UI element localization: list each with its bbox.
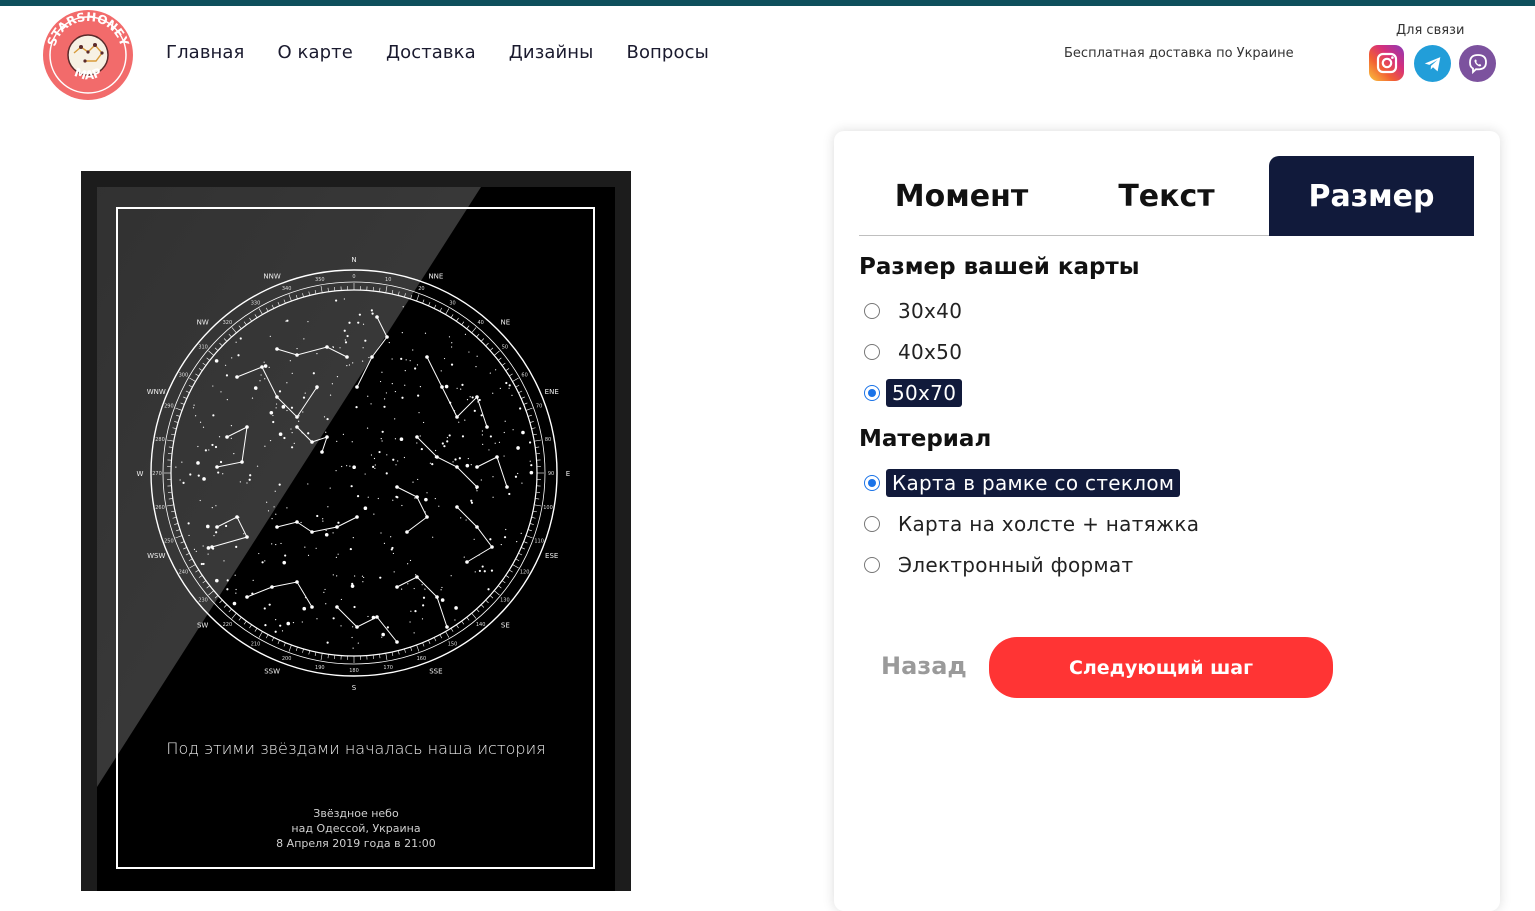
compass-degree-label: 90	[548, 471, 554, 477]
compass-direction-label: NNW	[263, 272, 280, 280]
poster-date-line: 8 Апреля 2019 года в 21:00	[97, 837, 615, 850]
compass-degree-label: 100	[543, 505, 553, 511]
compass-degree-label: 180	[349, 668, 359, 674]
compass-degree-label: 290	[164, 404, 174, 410]
compass-degree-label: 270	[152, 471, 162, 477]
compass-degree-label: 130	[500, 598, 510, 604]
radio-50x70[interactable]	[864, 385, 880, 401]
compass-direction-label: WNW	[147, 388, 166, 396]
poster-location-line: над Одессой, Украина	[97, 822, 615, 835]
tab-size[interactable]: Размер	[1269, 156, 1474, 236]
star-map-poster: 350 0 10 20 30 40 50 60 70 80 90 100 110 120 130 140 150…	[97, 187, 615, 891]
compass-degree-label: 110	[534, 538, 544, 544]
compass-degree-label: 50	[502, 344, 508, 350]
nav-link-about[interactable]: О карте	[277, 42, 352, 63]
compass-degree-label: 240	[179, 570, 189, 576]
material-label-framed: Карта в рамке со стеклом	[886, 469, 1180, 497]
compass-direction-label: NE	[500, 319, 510, 327]
starshoney-logo[interactable]: STARSHONEY MAP	[41, 9, 135, 101]
compass-degree-label: 0	[352, 274, 355, 280]
poster-title-line: Звёздное небо	[97, 807, 615, 820]
top-accent-bar	[0, 0, 1535, 6]
compass-degree-label: 330	[251, 300, 261, 306]
back-button[interactable]: Назад	[881, 652, 967, 680]
star-map-graphic: 350 0 10 20 30 40 50 60 70 80 90 100 110 120 130 140 150…	[97, 187, 615, 891]
size-option-30x40[interactable]: 30x40	[864, 296, 968, 326]
compass-degree-label: 260	[155, 505, 165, 511]
next-step-button[interactable]: Следующий шаг	[989, 637, 1333, 698]
instagram-icon[interactable]	[1369, 45, 1404, 81]
free-shipping-note: Бесплатная доставка по Украине	[1064, 46, 1294, 61]
material-label-canvas: Карта на холсте + натяжка	[892, 510, 1205, 538]
compass-direction-label: ENE	[545, 388, 559, 396]
compass-degree-label: 350	[315, 277, 325, 283]
compass-degree-label: 160	[417, 656, 427, 662]
main-nav: Главная О карте Доставка Дизайны Вопросы	[166, 42, 742, 63]
compass-degree-label: 20	[418, 286, 424, 292]
compass-direction-label: SSE	[429, 668, 442, 676]
compass-degree-label: 80	[545, 437, 551, 443]
viber-icon[interactable]	[1459, 45, 1496, 82]
compass-degree-label: 250	[164, 538, 174, 544]
tab-moment[interactable]: Момент	[859, 156, 1064, 236]
size-label-30x40: 30x40	[892, 297, 968, 325]
radio-canvas[interactable]	[864, 516, 880, 532]
material-section-title: Материал	[859, 426, 991, 452]
material-label-digital: Электронный формат	[892, 551, 1139, 579]
compass-direction-label: NW	[197, 319, 209, 327]
config-panel: Момент Текст Размер Размер вашей карты 3…	[834, 131, 1500, 911]
compass-degree-label: 10	[385, 277, 391, 283]
size-label-40x50: 40x50	[892, 338, 968, 366]
compass-direction-label: SW	[197, 621, 208, 629]
compass-degree-label: 30	[449, 300, 455, 306]
material-option-canvas[interactable]: Карта на холсте + натяжка	[864, 509, 1205, 539]
compass-degree-label: 310	[198, 344, 208, 350]
radio-30x40[interactable]	[864, 303, 880, 319]
tab-text[interactable]: Текст	[1064, 156, 1269, 236]
compass-degree-label: 140	[476, 622, 486, 628]
compass-degree-label: 60	[521, 373, 527, 379]
compass-direction-label: WSW	[147, 552, 165, 560]
compass-degree-label: 320	[223, 320, 233, 326]
size-label-50x70: 50x70	[886, 379, 962, 407]
nav-link-home[interactable]: Главная	[166, 42, 244, 63]
nav-link-faq[interactable]: Вопросы	[627, 42, 709, 63]
compass-degree-label: 300	[179, 373, 189, 379]
material-option-framed[interactable]: Карта в рамке со стеклом	[864, 468, 1180, 498]
compass-degree-label: 210	[251, 642, 261, 648]
nav-link-designs[interactable]: Дизайны	[509, 42, 594, 63]
compass-degree-label: 40	[477, 320, 483, 326]
poster-caption: Под этими звёздами началась наша история	[97, 739, 615, 758]
compass-direction-label: N	[351, 256, 356, 264]
nav-link-delivery[interactable]: Доставка	[386, 42, 476, 63]
compass-degree-label: 190	[315, 665, 325, 671]
compass-direction-label: W	[137, 470, 144, 478]
size-option-40x50[interactable]: 40x50	[864, 337, 968, 367]
radio-digital[interactable]	[864, 557, 880, 573]
compass-degree-label: 230	[198, 598, 208, 604]
compass-degree-label: 200	[282, 656, 292, 662]
radio-40x50[interactable]	[864, 344, 880, 360]
compass-degree-label: 150	[448, 642, 458, 648]
compass-degree-label: 280	[155, 437, 165, 443]
size-option-50x70[interactable]: 50x70	[864, 378, 962, 408]
compass-direction-label: SE	[501, 621, 510, 629]
compass-degree-label: 220	[223, 622, 233, 628]
material-option-digital[interactable]: Электронный формат	[864, 550, 1139, 580]
compass-degree-label: 340	[282, 286, 292, 292]
compass-direction-label: E	[566, 470, 570, 478]
compass-degree-label: 70	[536, 404, 542, 410]
compass-direction-label: NNE	[428, 272, 443, 280]
size-section-title: Размер вашей карты	[859, 254, 1140, 280]
compass-direction-label: ESE	[545, 552, 558, 560]
contact-label: Для связи	[1396, 23, 1464, 38]
compass-degree-label: 170	[383, 665, 393, 671]
telegram-icon[interactable]	[1414, 45, 1451, 82]
compass-direction-label: S	[352, 684, 357, 692]
compass-degree-label: 120	[520, 570, 530, 576]
compass-direction-label: SSW	[264, 668, 280, 676]
radio-framed[interactable]	[864, 475, 880, 491]
config-tabs: Момент Текст Размер	[859, 156, 1474, 236]
